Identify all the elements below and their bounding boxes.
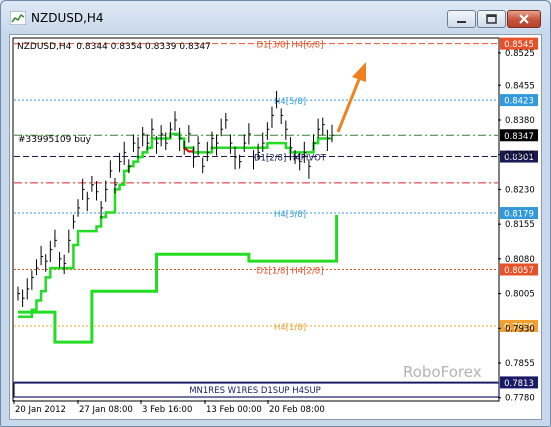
x-tick-label: 3 Feb 16:00: [142, 405, 192, 415]
level-price-tag-text: 0.8423: [504, 97, 534, 107]
bottom-bar-label: MN1RES W1RES D1SUP H4SUP: [189, 386, 321, 396]
title-bar[interactable]: NZDUSD,H4: [1, 1, 550, 35]
app-window: NZDUSD,H4 D1[3/8] H4[6/8] 0.8545 H4[5/8] 0.…: [0, 0, 551, 427]
window-title: NZDUSD,H4: [31, 11, 104, 25]
level-label: H4[1/8]: [274, 323, 306, 333]
y-tick-label: 0.8455: [505, 81, 535, 91]
maximize-icon: [486, 14, 497, 24]
y-tick-label: 0.8080: [505, 255, 535, 265]
y-tick-label: 0.7780: [505, 394, 535, 404]
y-tick-label: 0.8155: [505, 220, 535, 230]
close-button[interactable]: [507, 10, 541, 28]
close-icon: [519, 14, 529, 24]
y-tick-label: 0.8005: [505, 290, 535, 300]
level-price-tag-text: 0.8179: [504, 210, 534, 220]
chart-header: NZDUSD,H4 0.8344 0.8354 0.8339 0.8347: [17, 42, 211, 52]
level-label: H4[3/8]: [274, 210, 306, 220]
y-tick-label: 0.8525: [505, 49, 535, 59]
y-tick-label: 0.8305: [505, 151, 535, 161]
minimize-icon: [457, 21, 466, 23]
level-label: D1[3/8] H4[6/8]: [256, 41, 323, 51]
y-tick-label: 0.8230: [505, 185, 535, 195]
level-label: H4[5/8]: [274, 97, 306, 107]
y-tick-label: 0.8380: [505, 116, 535, 126]
plot-frame: [12, 37, 500, 402]
level-price-tag-text: 0.8057: [504, 266, 534, 276]
chart-area[interactable]: D1[3/8] H4[6/8] 0.8545 H4[5/8] 0.8423 0.8347…: [9, 34, 542, 420]
x-tick-label: 13 Feb 00:00: [206, 405, 262, 415]
level-label: D1[1/8] H4[2/8]: [256, 266, 323, 276]
y-tick-label: 0.7930: [505, 324, 535, 334]
chart-app-icon: [10, 11, 26, 25]
x-tick-label: 20 Feb 08:00: [269, 405, 325, 415]
level-price-tag-text: 0.8347: [504, 132, 534, 142]
watermark: RoboForex: [403, 363, 482, 381]
x-tick-label: 20 Jan 2012: [15, 405, 66, 415]
price-chart[interactable]: D1[3/8] H4[6/8] 0.8545H4[5/8] 0.84230.8347…: [10, 35, 541, 419]
time-axis: 20 Jan 2012 27 Jan 08:00 3 Feb 16:00 13 Feb…: [13, 400, 325, 415]
order-label: #33995109 buy: [18, 135, 92, 145]
y-tick-label: 0.7855: [505, 359, 535, 369]
level-price-tag-text: 0.7813: [504, 379, 534, 389]
maximize-button[interactable]: [477, 10, 506, 28]
minimize-button[interactable]: [447, 10, 476, 28]
x-tick-label: 27 Jan 08:00: [79, 405, 133, 415]
